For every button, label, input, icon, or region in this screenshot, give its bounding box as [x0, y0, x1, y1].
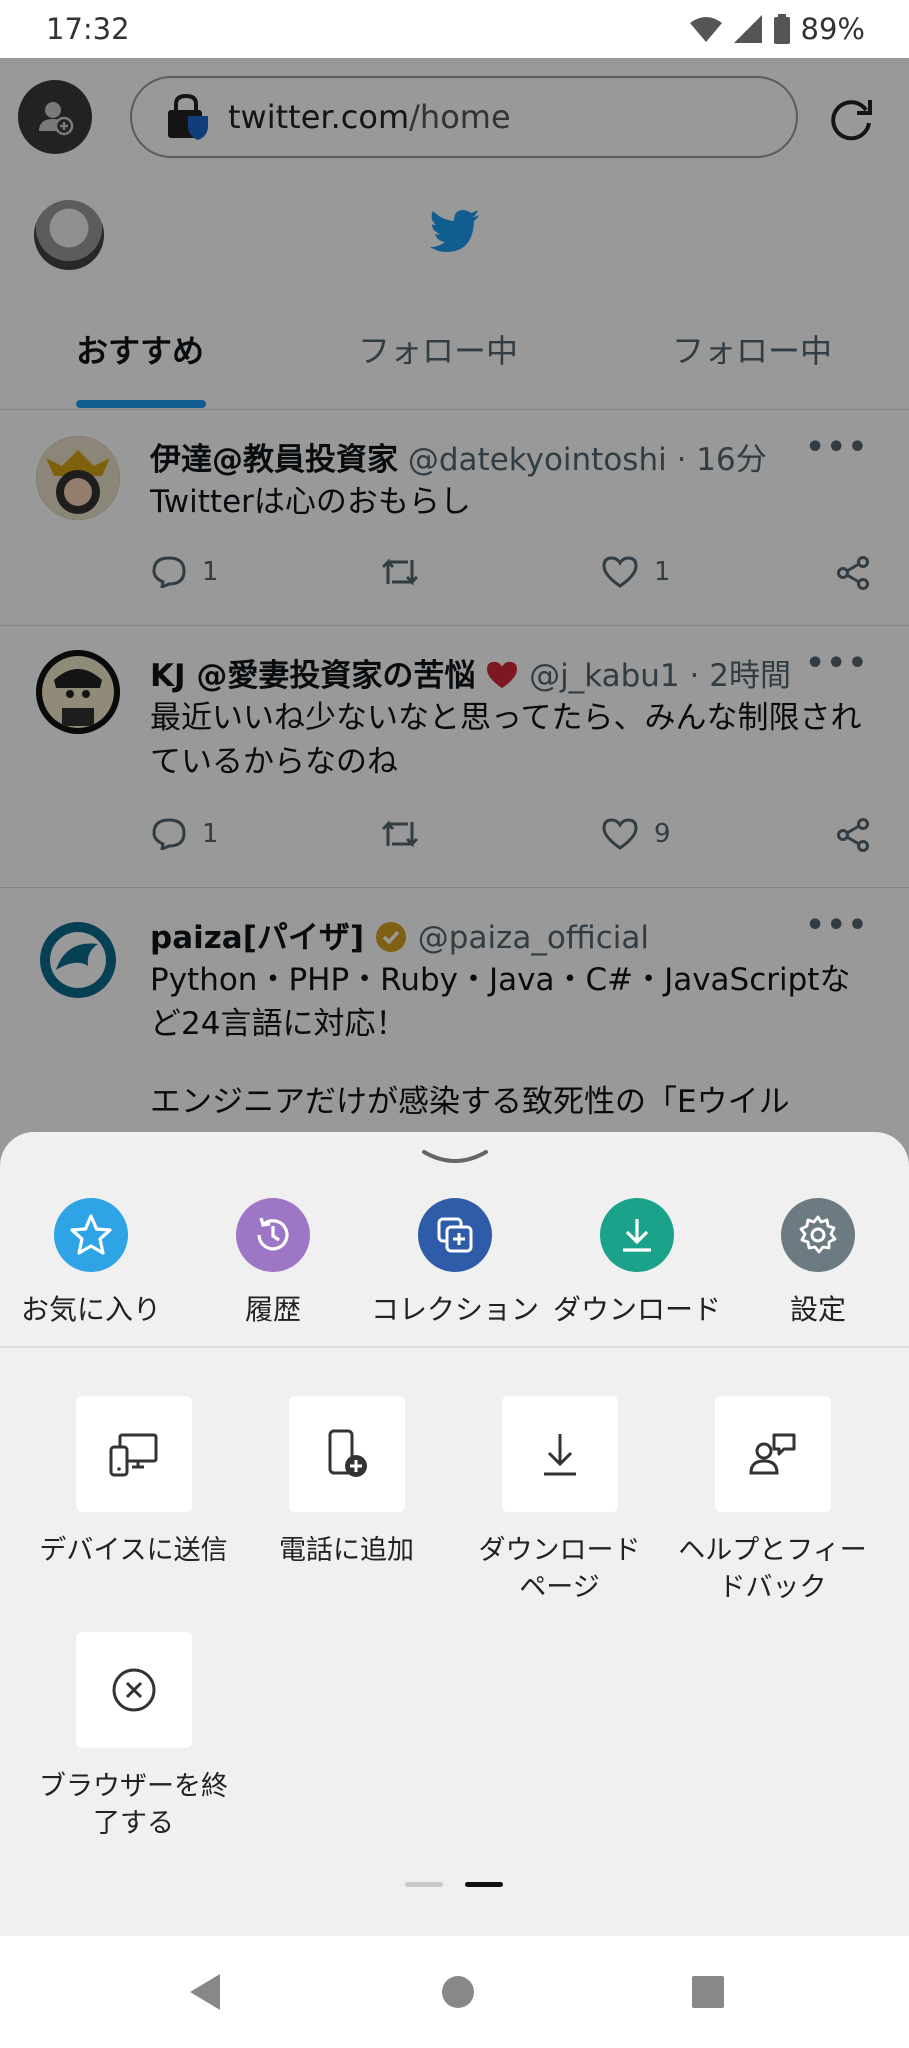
system-nav-bar [0, 1936, 909, 2048]
collections-label: コレクション [370, 1293, 539, 1326]
battery-level: 89% [800, 12, 865, 46]
back-icon[interactable] [186, 1972, 224, 2012]
signal-icon [733, 15, 762, 43]
sheet-handle-icon[interactable] [420, 1146, 490, 1168]
downloads-label: ダウンロード [552, 1293, 721, 1326]
history-label: 履歴 [244, 1293, 301, 1326]
close-circle-icon [112, 1668, 155, 1712]
help-feedback-label: ヘルプとフィー ドバック [666, 1532, 879, 1606]
favorites-circle [54, 1198, 128, 1272]
collections-circle [418, 1198, 492, 1272]
add-to-phone-button[interactable]: 電話に追加 [240, 1396, 453, 1569]
status-time: 17:32 [46, 12, 130, 46]
send-to-device-label: デバイスに送信 [39, 1535, 228, 1566]
close-browser-label-line1: ブラウザーを終 [39, 1771, 228, 1802]
gear-icon [799, 1215, 837, 1254]
download-page-label: ダウンロード ページ [453, 1532, 666, 1606]
downloads-button[interactable]: ダウンロード [546, 1198, 728, 1328]
add-to-phone-label: 電話に追加 [279, 1535, 414, 1566]
close-browser-tile [75, 1632, 192, 1748]
battery-icon [773, 14, 790, 44]
settings-circle [781, 1198, 855, 1272]
quick-actions: お気に入り 履歴 コレクション ダウンロード 設定 [0, 1198, 909, 1346]
help-feedback-icon [748, 1433, 795, 1475]
download-page-tile [501, 1396, 618, 1512]
add-to-phone-tile [288, 1396, 405, 1512]
browser-menu-sheet: お気に入り 履歴 コレクション ダウンロード 設定 デバイスに送信 電話に追加 … [0, 1132, 909, 1936]
favorites-label: お気に入り [20, 1293, 161, 1326]
send-to-device-tile [75, 1396, 192, 1512]
download-page-icon [543, 1434, 576, 1476]
settings-button[interactable]: 設定 [727, 1198, 909, 1328]
download-page-button[interactable]: ダウンロード ページ [453, 1396, 666, 1606]
help-feedback-button[interactable]: ヘルプとフィー ドバック [666, 1396, 879, 1606]
send-to-device-button[interactable]: デバイスに送信 [27, 1396, 240, 1569]
collections-button[interactable]: コレクション [364, 1198, 546, 1328]
close-browser-label-line2: 了する [93, 1808, 174, 1839]
download-icon [623, 1219, 651, 1252]
help-feedback-label-line1: ヘルプとフィー [678, 1535, 867, 1566]
recents-icon[interactable] [690, 1972, 726, 2012]
history-circle [236, 1198, 310, 1272]
help-feedback-tile [714, 1396, 831, 1512]
wifi-icon [689, 17, 722, 42]
add-to-phone-icon [328, 1429, 367, 1477]
star-icon [70, 1214, 112, 1255]
sheet-divider [0, 1346, 909, 1348]
collections-icon [437, 1217, 473, 1253]
download-page-label-line1: ダウンロード [478, 1535, 641, 1566]
status-bar: 17:32 89% [0, 0, 909, 58]
downloads-circle [600, 1198, 674, 1272]
page-indicator-1[interactable] [405, 1882, 443, 1887]
home-icon[interactable] [440, 1972, 476, 2012]
help-feedback-label-line2: ドバック [718, 1572, 827, 1603]
send-to-device-icon [109, 1433, 157, 1477]
status-icons: 89% [689, 12, 865, 46]
history-button[interactable]: 履歴 [182, 1198, 364, 1328]
page-indicator-2[interactable] [465, 1882, 503, 1887]
close-browser-button[interactable]: ブラウザーを終 了する [27, 1632, 240, 1842]
history-icon [257, 1217, 289, 1251]
close-browser-label: ブラウザーを終 了する [27, 1768, 240, 1842]
settings-label: 設定 [789, 1293, 846, 1326]
download-page-label-line2: ページ [519, 1572, 600, 1603]
favorites-button[interactable]: お気に入り [0, 1198, 182, 1328]
